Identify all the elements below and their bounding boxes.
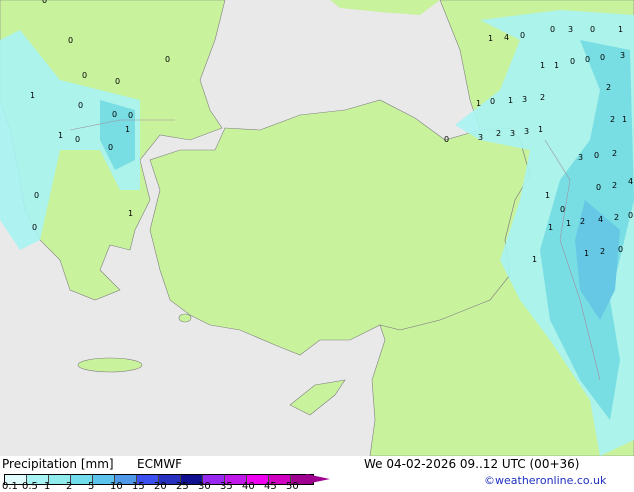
precip-value-label: 1 <box>30 91 35 100</box>
precip-value-label: 2 <box>600 247 605 256</box>
precip-value-label: 1 <box>622 115 627 124</box>
precip-value-label: 2 <box>606 83 611 92</box>
precip-value-label: 0 <box>490 97 495 106</box>
precip-value-label: 3 <box>510 129 515 138</box>
precip-value-label: 0 <box>560 205 565 214</box>
precip-value-label: 0 <box>112 110 117 119</box>
precip-value-label: 1 <box>554 61 559 70</box>
precip-value-label: 0 <box>75 135 80 144</box>
scale-tick-label: 30 <box>198 481 211 492</box>
precip-value-label: 1 <box>545 191 550 200</box>
scale-tick-label: 5 <box>88 481 95 492</box>
precip-value-label: 1 <box>566 219 571 228</box>
scale-tick-label: 15 <box>132 481 145 492</box>
precip-value-label: 0 <box>628 211 633 220</box>
scale-tick-label: 25 <box>176 481 189 492</box>
precip-value-label: 0 <box>520 31 525 40</box>
precip-value-label: 2 <box>580 217 585 226</box>
precip-value-label: 1 <box>548 223 553 232</box>
crete <box>77 357 143 373</box>
precip-value-label: 0 <box>68 36 73 45</box>
scale-tick-label: 45 <box>264 481 277 492</box>
precip-value-label: 2 <box>610 115 615 124</box>
precip-value-label: 0 <box>618 245 623 254</box>
model-name: ECMWF <box>137 457 183 471</box>
precip-value-label: 0 <box>78 101 83 110</box>
precip-value-label: 2 <box>614 213 619 222</box>
precip-value-label: 3 <box>620 51 625 60</box>
precip-value-label: 2 <box>612 181 617 190</box>
precip-value-label: 1 <box>58 131 63 140</box>
precip-value-label: 1 <box>538 125 543 134</box>
scale-tick-label: 0.5 <box>22 481 38 492</box>
precip-value-label: 0 <box>128 111 133 120</box>
precip-value-label: 0 <box>550 25 555 34</box>
precip-value-label: 0 <box>115 77 120 86</box>
precip-value-label: 1 <box>488 34 493 43</box>
precip-value-label: 0 <box>590 25 595 34</box>
precip-value-label: 0 <box>570 57 575 66</box>
precip-value-label: 3 <box>578 153 583 162</box>
precip-value-label: 3 <box>524 127 529 136</box>
precip-value-label: 0 <box>444 135 449 144</box>
precip-value-label: 1 <box>532 255 537 264</box>
precip-value-label: 1 <box>618 25 623 34</box>
precip-value-label: 3 <box>568 25 573 34</box>
scale-tick-label: 35 <box>220 481 233 492</box>
precip-value-label: 1 <box>476 99 481 108</box>
precip-value-label: 2 <box>612 149 617 158</box>
precip-value-label: 0 <box>34 191 39 200</box>
scale-tick-label: 2 <box>66 481 73 492</box>
precip-value-label: 1 <box>508 96 513 105</box>
precip-value-label: 3 <box>522 95 527 104</box>
legend-title: Precipitation [mm] <box>2 457 114 471</box>
precip-value-label: 1 <box>128 209 133 218</box>
precip-value-label: 0 <box>82 71 87 80</box>
scale-arrow-icon <box>306 474 330 484</box>
precip-value-label: 1 <box>125 125 130 134</box>
precip-value-label: 1 <box>540 61 545 70</box>
valid-datetime: We 04-02-2026 09..12 UTC (00+36) <box>364 457 580 471</box>
scale-tick-label: 40 <box>242 481 255 492</box>
precip-value-label: 0 <box>594 151 599 160</box>
precipitation-map: 00000100 01 0100011 4 00 3 0 11 1 0 0 0 321 0 1 3 22 13 2 3… <box>0 0 634 456</box>
rhodes <box>178 313 192 323</box>
precip-value-label: 0 <box>32 223 37 232</box>
precip-value-label: 3 <box>478 133 483 142</box>
scale-tick-label: 1 <box>44 481 51 492</box>
precip-value-label: 0 <box>600 53 605 62</box>
scale-tick-label: 20 <box>154 481 167 492</box>
scale-tick-label: 50 <box>286 481 299 492</box>
precip-value-label: 0 <box>42 0 47 5</box>
precip-value-label: 4 <box>504 33 509 42</box>
precip-value-label: 0 <box>165 55 170 64</box>
credit-link[interactable]: ©weatheronline.co.uk <box>484 474 606 487</box>
precip-value-label: 0 <box>585 55 590 64</box>
scale-tick-label: 10 <box>110 481 123 492</box>
scale-tick-label: 0.1 <box>2 481 18 492</box>
precip-value-label: 2 <box>540 93 545 102</box>
precip-value-label: 2 <box>496 129 501 138</box>
precip-value-label: 4 <box>598 215 603 224</box>
precip-value-label: 0 <box>596 183 601 192</box>
precip-value-label: 1 <box>584 249 589 258</box>
precip-value-label: 4 <box>628 177 633 186</box>
precip-value-label: 0 <box>108 143 113 152</box>
